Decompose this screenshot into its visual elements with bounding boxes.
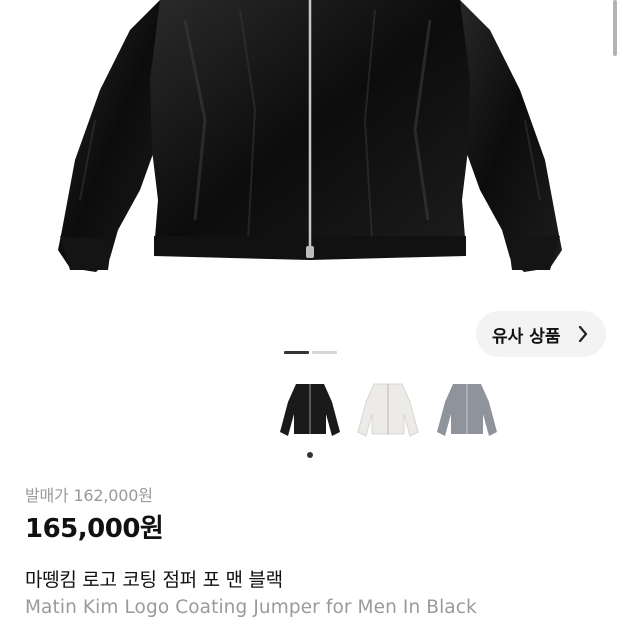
jacket-thumbnail-black-icon [280,384,340,436]
similar-products-button[interactable]: 유사 상품 [476,311,606,357]
gallery-indicator [284,351,337,354]
jacket-thumbnail-grey-icon [437,384,497,436]
product-name-english: Matin Kim Logo Coating Jumper for Men In… [25,597,477,618]
variant-thumbnail-black[interactable] [277,380,343,442]
chevron-right-icon [578,325,588,347]
similar-products-label: 유사 상품 [492,326,561,347]
variant-thumbnail-white[interactable] [355,380,421,442]
sale-price: 165,000원 [25,514,164,544]
selected-variant-dot [307,452,313,458]
page-scrollbar[interactable] [613,0,617,56]
variant-thumbnail-grey[interactable] [434,380,500,442]
black-jacket-photo [58,0,562,272]
gallery-indicator-segment [312,351,337,354]
product-image[interactable] [0,0,620,340]
gallery-indicator-segment-active [284,351,309,354]
original-price: 발매가 162,000원 [25,486,153,505]
product-name-korean: 마뗑킴 로고 코팅 점퍼 포 맨 블랙 [25,569,283,591]
product-detail-page: 유사 상품 발매가 162,000원 165,000원 마뗑킴 로고 코팅 점퍼… [0,0,620,620]
jacket-thumbnail-white-icon [357,383,419,437]
